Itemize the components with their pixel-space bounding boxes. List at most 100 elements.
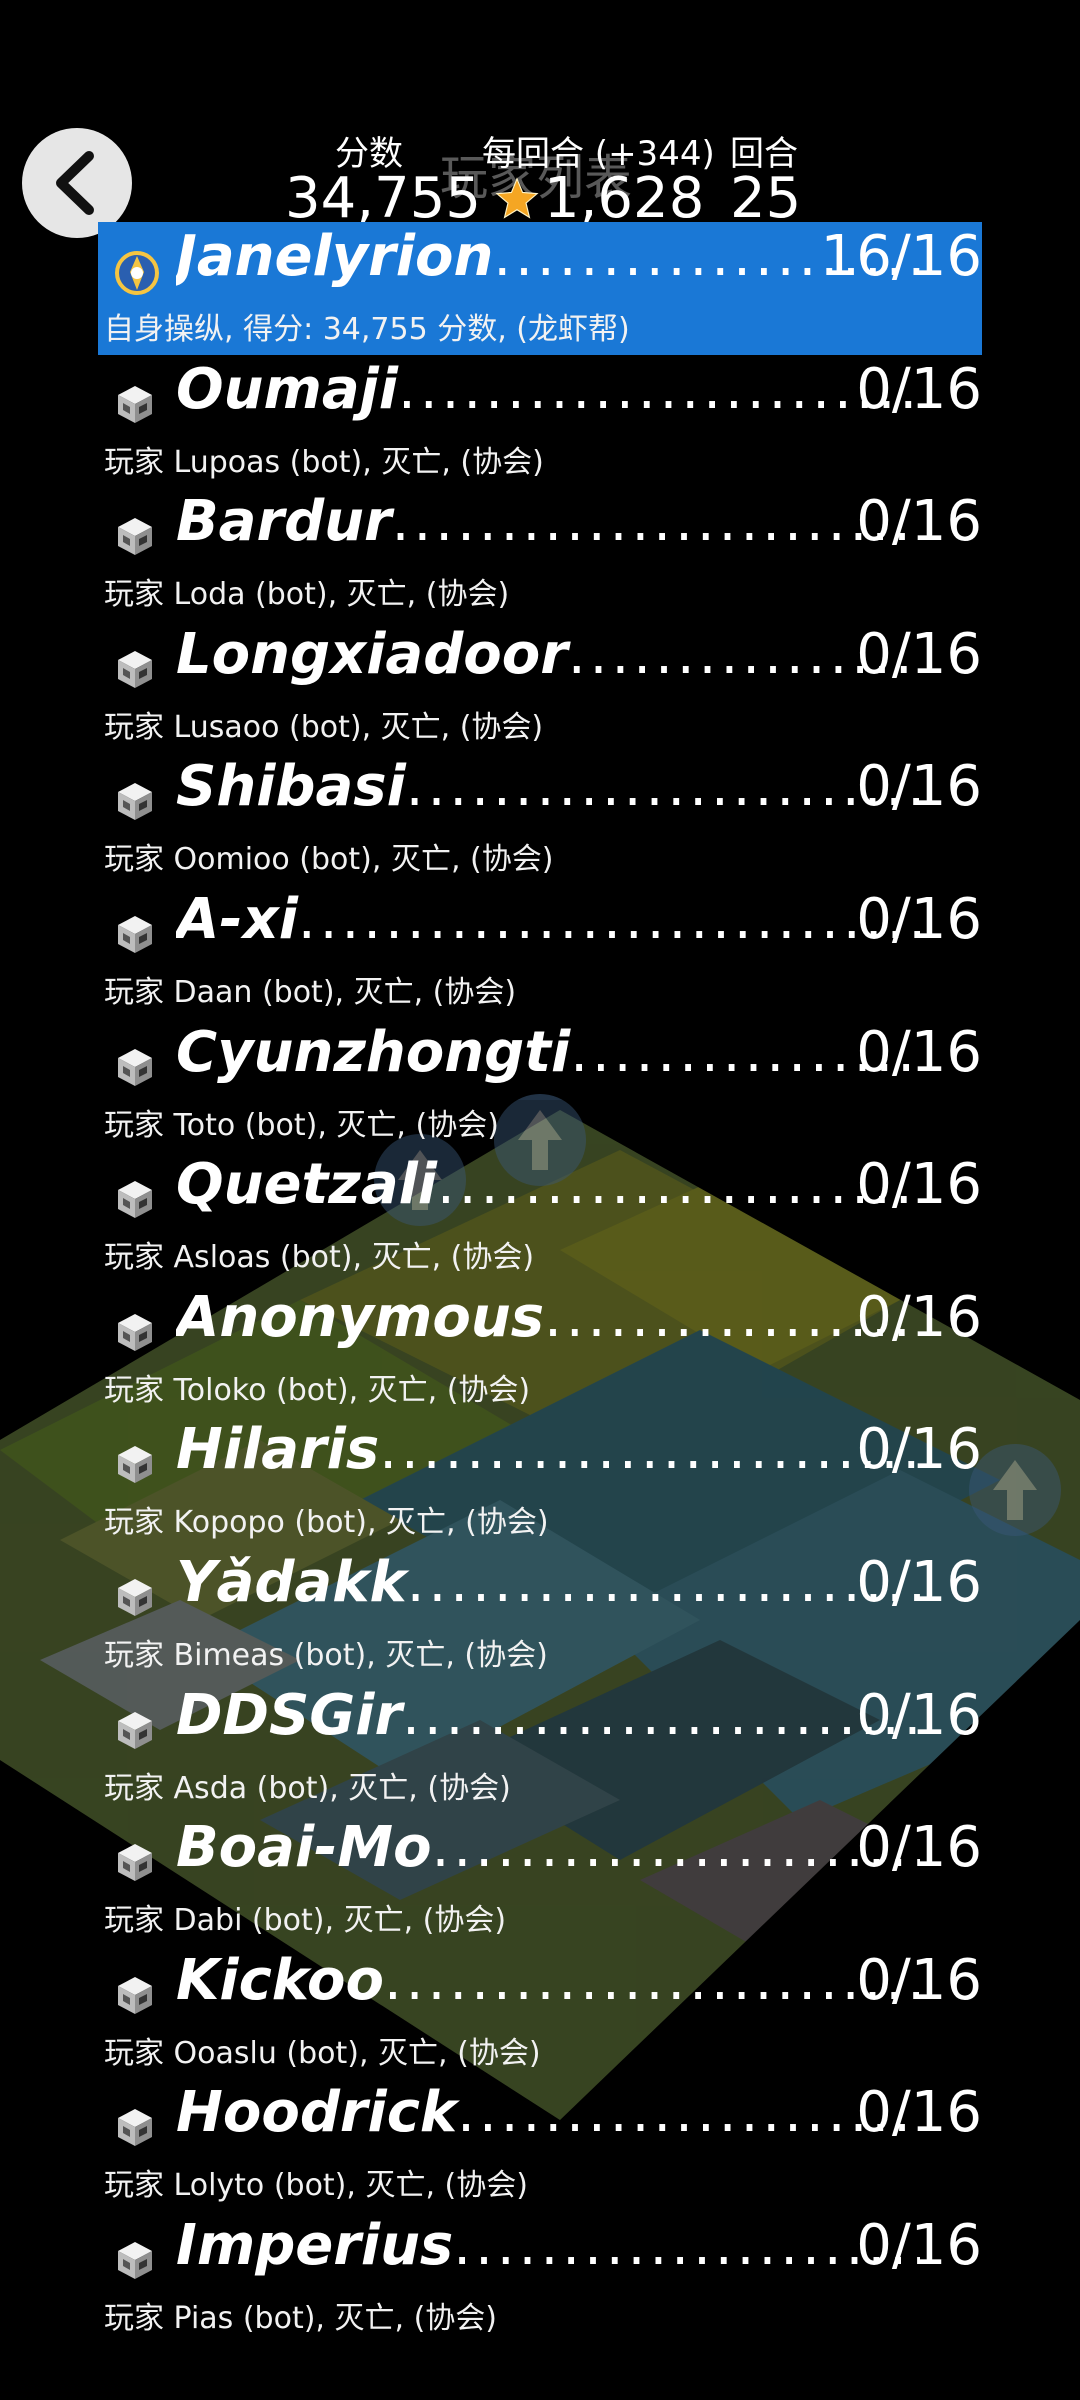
player-cities-count: 0/16	[856, 1549, 982, 1615]
player-name: Boai-Mo	[176, 1815, 432, 1881]
player-name: Imperius	[176, 2212, 454, 2278]
player-row[interactable]: Oumaji..................................…	[98, 355, 982, 488]
player-name-line: Janelyrion..............................…	[176, 224, 920, 289]
player-row[interactable]: Yǎdakk..................................…	[98, 1548, 982, 1681]
bot-cube-icon	[114, 1443, 156, 1485]
player-name-line: Boai-Mo.................................…	[176, 1815, 920, 1880]
player-subtitle: 玩家 Asloas (bot), 灭亡, (协会)	[104, 1240, 535, 1276]
player-name-line: A-xi....................................…	[176, 887, 920, 952]
player-row[interactable]: Quetzali................................…	[98, 1150, 982, 1283]
player-row[interactable]: DDSGir..................................…	[98, 1681, 982, 1814]
player-subtitle: 玩家 Loda (bot), 灭亡, (协会)	[104, 577, 510, 613]
player-row[interactable]: Bardur..................................…	[98, 487, 982, 620]
player-name-line: DDSGir..................................…	[176, 1683, 920, 1748]
player-name: Oumaji	[176, 356, 399, 422]
player-name: Bardur	[176, 489, 392, 555]
player-name-line: Quetzali................................…	[176, 1152, 920, 1217]
player-row[interactable]: Hilaris.................................…	[98, 1415, 982, 1548]
player-name: Hilaris	[176, 1417, 380, 1483]
player-cities-count: 0/16	[856, 1682, 982, 1748]
player-row[interactable]: Anonymous...............................…	[98, 1283, 982, 1416]
player-cities-count: 0/16	[856, 2080, 982, 2146]
player-subtitle: 玩家 Toloko (bot), 灭亡, (协会)	[104, 1372, 531, 1408]
star-icon	[495, 176, 539, 219]
player-row[interactable]: Longxiadoor.............................…	[98, 620, 982, 753]
player-name: Anonymous	[176, 1284, 545, 1350]
player-name: Quetzali	[176, 1152, 437, 1218]
leader-dots: ........................................…	[453, 2212, 920, 2278]
player-subtitle: 玩家 Toto (bot), 灭亡, (协会)	[104, 1107, 499, 1143]
player-name-line: Hilaris.................................…	[176, 1417, 920, 1482]
tribe-emblem-icon	[114, 250, 159, 295]
bot-cube-icon	[114, 913, 156, 955]
player-row[interactable]: A-xi....................................…	[98, 885, 982, 1018]
player-subtitle: 玩家 Asda (bot), 灭亡, (协会)	[104, 1770, 511, 1806]
leader-dots: ........................................…	[383, 1947, 920, 2013]
leader-dots: ........................................…	[398, 356, 920, 422]
leader-dots: ........................................…	[431, 1815, 920, 1881]
player-name: Cyunzhongti	[176, 1019, 571, 1085]
leader-dots: ........................................…	[457, 2080, 920, 2146]
bot-cube-icon	[114, 383, 156, 425]
player-name-line: Imperius................................…	[176, 2213, 920, 2278]
bot-cube-icon	[114, 1576, 156, 1618]
player-name: Kickoo	[176, 1947, 384, 2013]
player-subtitle: 玩家 Ooaslu (bot), 灭亡, (协会)	[104, 2035, 541, 2071]
player-cities-count: 0/16	[856, 1019, 982, 1085]
player-subtitle: 自身操纵, 得分: 34,755 分数, (龙虾帮)	[104, 312, 630, 347]
bot-cube-icon	[114, 1709, 156, 1751]
player-row[interactable]: Shibasi.................................…	[98, 752, 982, 885]
player-subtitle: 玩家 Dabi (bot), 灭亡, (协会)	[104, 1903, 507, 1939]
player-cities-count: 0/16	[856, 1947, 982, 2013]
player-subtitle: 玩家 Oomioo (bot), 灭亡, (协会)	[104, 842, 554, 878]
bot-cube-icon	[114, 1974, 156, 2016]
player-cities-count: 0/16	[856, 621, 982, 687]
leader-dots: ........................................…	[402, 1682, 920, 1748]
leader-dots: ........................................…	[406, 1549, 920, 1615]
player-name: DDSGir	[176, 1682, 403, 1748]
player-name-line: Kickoo..................................…	[176, 1948, 920, 2013]
bot-cube-icon	[114, 780, 156, 822]
player-subtitle: 玩家 Lusaoo (bot), 灭亡, (协会)	[104, 709, 544, 745]
leader-dots: ........................................…	[437, 1152, 920, 1218]
player-cities-count: 0/16	[856, 2212, 982, 2278]
bot-cube-icon	[114, 1178, 156, 1220]
player-name-line: Yǎdakk..................................…	[176, 1550, 920, 1615]
player-cities-count: 0/16	[856, 1152, 982, 1218]
player-cities-count: 0/16	[856, 886, 982, 952]
bot-cube-icon	[114, 515, 156, 557]
player-name: Shibasi	[176, 754, 406, 820]
player-list-screen: 玩家列表 分数 每回合 (+344) 回合 34,755 1,628 25 Ja…	[0, 0, 1080, 2400]
leader-dots: ........................................…	[405, 754, 920, 820]
player-subtitle: 玩家 Lolyto (bot), 灭亡, (协会)	[104, 2168, 528, 2204]
bot-cube-icon	[114, 2106, 156, 2148]
player-name: Longxiadoor	[176, 621, 568, 687]
player-name-line: Bardur..................................…	[176, 489, 920, 554]
player-name-line: Longxiadoor.............................…	[176, 622, 920, 687]
player-cities-count: 0/16	[856, 489, 982, 555]
player-cities-count: 0/16	[856, 1284, 982, 1350]
player-row[interactable]: Boai-Mo.................................…	[98, 1813, 982, 1946]
player-row[interactable]: Imperius................................…	[98, 2211, 982, 2344]
player-name: A-xi	[176, 886, 298, 952]
player-list: Janelyrion..............................…	[98, 222, 982, 2344]
player-name: Yǎdakk	[176, 1549, 407, 1615]
bot-cube-icon	[114, 2239, 156, 2281]
player-cities-count: 0/16	[856, 1417, 982, 1483]
player-name: Hoodrick	[176, 2080, 458, 2146]
leader-dots: ........................................…	[391, 489, 920, 555]
player-row[interactable]: Hoodrick................................…	[98, 2078, 982, 2211]
leader-dots: ........................................…	[379, 1417, 920, 1483]
player-row[interactable]: Janelyrion..............................…	[98, 222, 982, 355]
chevron-left-icon	[56, 151, 94, 215]
player-cities-count: 0/16	[856, 1815, 982, 1881]
player-subtitle: 玩家 Daan (bot), 灭亡, (协会)	[104, 974, 517, 1010]
player-row[interactable]: Cyunzhongti.............................…	[98, 1018, 982, 1151]
bot-cube-icon	[114, 1841, 156, 1883]
player-name-line: Cyunzhongti.............................…	[176, 1020, 920, 1085]
player-name-line: Oumaji..................................…	[176, 357, 920, 422]
player-row[interactable]: Kickoo..................................…	[98, 1946, 982, 2079]
bot-cube-icon	[114, 1311, 156, 1353]
player-cities-count: 16/16	[820, 224, 982, 289]
player-cities-count: 0/16	[856, 754, 982, 820]
